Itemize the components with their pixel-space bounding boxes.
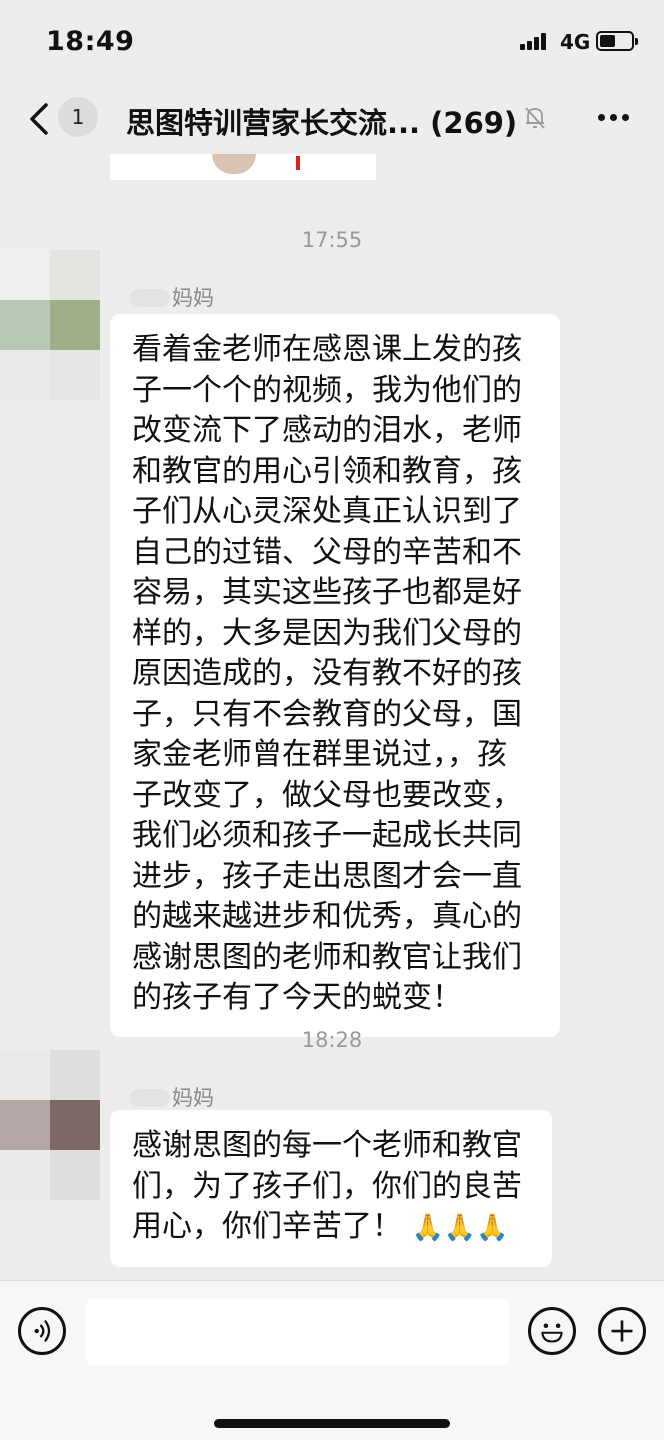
message-list[interactable]: 17:55 妈妈 看着金老师在感恩课上发的孩 子一个个的视频，我为他们的 改变流… xyxy=(0,154,664,1280)
message-line: 们，为了孩子们，你们的良苦 xyxy=(132,1168,522,1204)
battery-icon xyxy=(596,31,638,51)
message-bubble[interactable]: 感谢思图的每一个老师和教官 们，为了孩子们，你们的良苦 用心，你们辛苦了！ 🙏🙏… xyxy=(110,1110,552,1267)
message-line: 自己的过错、父母的辛苦和不 xyxy=(132,534,522,570)
message-line: 子改变了，做父母也要改变， xyxy=(132,777,522,813)
message-line: 进步，孩子走出思图才会一直 xyxy=(132,858,522,894)
chat-header: 1 思图特训营家长交流... (269) xyxy=(0,84,664,154)
message-line: 子们从心灵深处真正认识到了 xyxy=(132,494,522,529)
message-line: 子，只有不会教育的父母，国 xyxy=(132,696,522,732)
message-line: 原因造成的，没有教不好的孩 xyxy=(132,656,522,691)
praying-hands-emoji: 🙏🙏🙏 xyxy=(411,1213,509,1243)
more-dots-icon[interactable] xyxy=(596,114,632,124)
previous-image-message[interactable] xyxy=(110,154,376,180)
status-bar: 18:49 4G xyxy=(0,0,664,84)
message-line: 感谢思图的老师和教官让我们 xyxy=(132,939,522,975)
message-line: 和教官的用心引领和教育，孩 xyxy=(132,453,522,489)
message-line: 样的，大多是因为我们父母的 xyxy=(132,615,522,651)
avatar[interactable] xyxy=(0,1050,100,1200)
bell-muted-icon xyxy=(525,107,545,129)
message-line: 我们必须和孩子一起成长共同 xyxy=(132,818,522,853)
smiley-icon[interactable] xyxy=(528,1307,576,1355)
message-line: 用心，你们辛苦了！ 🙏🙏🙏 xyxy=(132,1209,509,1244)
message-line: 的越来越进步和优秀，真心的 xyxy=(132,899,522,934)
chevron-left-icon[interactable] xyxy=(26,101,56,137)
message-line: 看着金老师在感恩课上发的孩 xyxy=(132,332,522,367)
message-line: 感谢思图的每一个老师和教官 xyxy=(132,1128,522,1163)
status-time: 18:49 xyxy=(46,26,135,57)
message-line: 家金老师曾在群里说过，，孩 xyxy=(132,737,507,772)
chat-title[interactable]: 思图特训营家长交流... (269) xyxy=(126,100,517,142)
input-bar xyxy=(0,1280,664,1440)
message-line: 的孩子有了今天的蜕变！ xyxy=(132,980,462,1015)
message-input[interactable] xyxy=(86,1298,510,1366)
message-line: 改变流下了感动的泪水，老师 xyxy=(132,413,522,448)
avatar[interactable] xyxy=(0,250,100,400)
signal-icon xyxy=(520,32,552,50)
sender-name: 妈妈 xyxy=(130,282,214,312)
unread-badge[interactable]: 1 xyxy=(58,97,98,137)
message-line: 容易，其实这些孩子也都是好 xyxy=(132,575,522,610)
message-line: 子一个个的视频，我为他们的 xyxy=(132,372,522,408)
network-type: 4G xyxy=(560,30,591,54)
voice-icon[interactable] xyxy=(18,1307,66,1355)
sender-name: 妈妈 xyxy=(130,1082,214,1112)
message-bubble[interactable]: 看着金老师在感恩课上发的孩 子一个个的视频，我为他们的 改变流下了感动的泪水，老… xyxy=(110,314,560,1037)
message-timestamp: 18:28 xyxy=(301,1028,363,1052)
plus-icon[interactable] xyxy=(598,1307,646,1355)
message-timestamp: 17:55 xyxy=(301,228,363,252)
home-indicator[interactable] xyxy=(214,1419,450,1428)
